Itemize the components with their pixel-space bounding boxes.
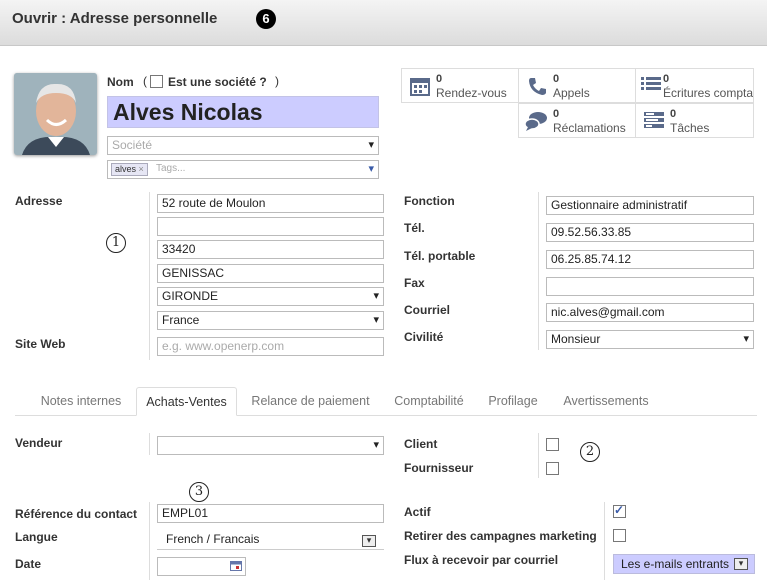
address-label: Adresse xyxy=(15,194,63,208)
tab-relance-paiement[interactable]: Relance de paiement xyxy=(243,387,378,416)
notify-label: Flux à recevoir par courriel xyxy=(404,553,559,567)
civility-label: Civilité xyxy=(404,330,444,344)
separator xyxy=(538,433,539,478)
phone-icon xyxy=(529,78,546,95)
customer-label: Client xyxy=(404,437,438,451)
chat-icon xyxy=(524,112,547,131)
website-placeholder: e.g. www.openerp.com xyxy=(162,339,285,353)
stat-label: Rendez-vous xyxy=(436,86,507,100)
is-company-label: Est une société ? xyxy=(168,75,267,89)
marker-6: 6 xyxy=(256,9,276,29)
stat-count: 0 xyxy=(436,73,443,85)
company-placeholder: Société xyxy=(112,138,153,152)
optout-label: Retirer des campagnes marketing xyxy=(404,529,597,543)
state-value: GIRONDE xyxy=(162,289,219,303)
tags-placeholder: Tags... xyxy=(156,163,186,174)
dialog-title: Ouvrir : Adresse personnelle xyxy=(12,10,218,27)
tag-label: alves xyxy=(115,164,137,174)
mobile-input[interactable]: 06.25.85.74.12 xyxy=(546,250,754,269)
language-label: Langue xyxy=(15,530,58,544)
notify-dropdown-icon[interactable]: ▾ xyxy=(734,558,748,570)
tags-input[interactable]: alves × Tags... ▾ xyxy=(107,160,379,179)
civility-value: Monsieur xyxy=(551,332,601,346)
stat-reclamations[interactable]: 0 Réclamations xyxy=(518,103,636,138)
stat-appels[interactable]: 0 Appels xyxy=(518,68,636,103)
salesman-select[interactable] xyxy=(157,436,384,455)
tab-notes-internes[interactable]: Notes internes xyxy=(30,387,132,416)
fax-label: Fax xyxy=(404,276,425,290)
phone-input[interactable]: 09.52.56.33.85 xyxy=(546,223,754,242)
function-label: Fonction xyxy=(404,194,455,208)
stat-label: Réclamations xyxy=(553,121,626,135)
active-label: Actif xyxy=(404,505,431,519)
email-label: Courriel xyxy=(404,303,451,317)
email-input[interactable]: nic.alves@gmail.com xyxy=(546,303,754,322)
stat-count: 0 xyxy=(553,108,560,120)
active-checkbox[interactable] xyxy=(613,503,626,518)
separator xyxy=(149,192,150,360)
list-icon xyxy=(641,77,661,90)
tags-dropdown-icon[interactable]: ▾ xyxy=(368,162,374,175)
marker-2: 2 xyxy=(580,442,600,462)
street2-input[interactable] xyxy=(157,217,384,236)
language-dropdown-icon[interactable]: ▾ xyxy=(362,535,376,547)
paren-open: ( xyxy=(143,74,147,88)
marker-3: 3 xyxy=(189,482,209,502)
city-input[interactable]: GENISSAC xyxy=(157,264,384,283)
tag-remove-icon[interactable]: × xyxy=(139,164,144,174)
stat-ecritures[interactable]: 0 Écritures comptables xyxy=(635,68,754,103)
notify-value: Les e-mails entrants xyxy=(621,557,730,571)
stat-label: Écritures comptables xyxy=(663,86,754,100)
date-label: Date xyxy=(15,557,42,571)
calendar-icon[interactable] xyxy=(230,560,242,571)
is-company-checkbox[interactable] xyxy=(150,75,163,88)
stat-rendez-vous[interactable]: 0 Rendez-vous xyxy=(401,68,519,103)
tag-chip: alves × xyxy=(111,163,148,176)
stat-count: 0 xyxy=(670,108,677,120)
mobile-label: Tél. portable xyxy=(404,249,476,263)
contact-ref-label: Référence du contact xyxy=(15,507,138,521)
country-value: France xyxy=(162,313,200,327)
tab-achats-ventes[interactable]: Achats-Ventes xyxy=(136,387,237,416)
paren-close: ) xyxy=(275,74,279,88)
avatar-image xyxy=(14,73,97,155)
optout-checkbox[interactable] xyxy=(613,529,626,542)
stat-count: 0 xyxy=(553,73,560,85)
stat-label: Appels xyxy=(553,86,590,100)
stat-count: 0 xyxy=(663,73,670,85)
phone-label: Tél. xyxy=(404,221,425,235)
tasks-icon xyxy=(644,112,664,128)
zip-input[interactable]: 33420 xyxy=(157,240,384,259)
marker-1: 1 xyxy=(106,233,126,253)
separator xyxy=(538,192,539,350)
separator xyxy=(604,502,605,580)
street-input[interactable]: 52 route de Moulon xyxy=(157,194,384,213)
tab-avertissements[interactable]: Avertissements xyxy=(556,387,656,416)
supplier-checkbox[interactable] xyxy=(546,462,559,475)
language-value: French / Francais xyxy=(166,532,260,546)
salesman-label: Vendeur xyxy=(15,436,63,450)
stat-taches[interactable]: 0 Tâches xyxy=(635,103,754,138)
stat-label: Tâches xyxy=(670,121,710,135)
separator xyxy=(149,502,150,580)
name-label: Nom xyxy=(107,75,134,89)
country-select[interactable]: France xyxy=(157,311,384,330)
civility-select[interactable]: Monsieur xyxy=(546,330,754,349)
website-input[interactable]: e.g. www.openerp.com xyxy=(157,337,384,356)
avatar[interactable] xyxy=(14,73,97,155)
company-select[interactable]: Société xyxy=(107,136,379,155)
fax-input[interactable] xyxy=(546,277,754,296)
supplier-label: Fournisseur xyxy=(404,461,474,475)
name-input[interactable]: Alves Nicolas xyxy=(107,96,379,128)
calendar-icon xyxy=(410,78,430,96)
tab-profilage[interactable]: Profilage xyxy=(480,387,546,416)
customer-checkbox[interactable] xyxy=(546,438,559,451)
contact-ref-input[interactable]: EMPL01 xyxy=(157,504,384,523)
function-input[interactable]: Gestionnaire administratif xyxy=(546,196,754,215)
state-select[interactable]: GIRONDE xyxy=(157,287,384,306)
separator xyxy=(149,433,150,455)
language-select[interactable]: French / Francais xyxy=(157,531,384,550)
tab-comptabilite[interactable]: Comptabilité xyxy=(386,387,472,416)
website-label: Site Web xyxy=(15,337,66,351)
